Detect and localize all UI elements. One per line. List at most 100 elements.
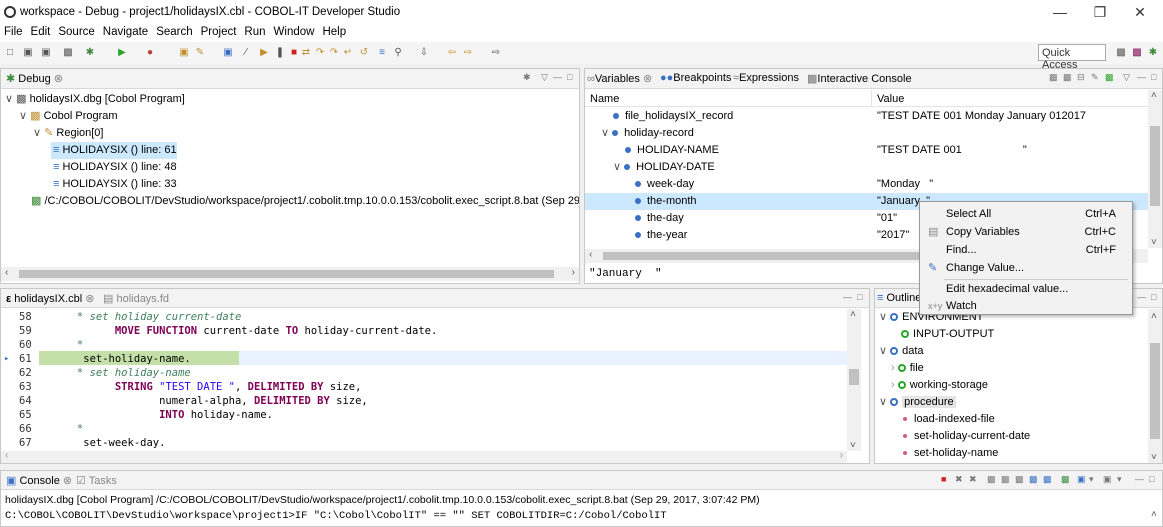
- tab-expressions[interactable]: ≈Expressions: [733, 72, 799, 84]
- display-dropdown-icon[interactable]: ▾: [1089, 474, 1094, 485]
- show-types-icon[interactable]: ▩: [1049, 72, 1058, 83]
- console-icon[interactable]: ▣: [222, 47, 234, 59]
- open-console-icon[interactable]: ▣: [1103, 474, 1112, 485]
- new-icon[interactable]: □: [4, 47, 16, 59]
- back-icon[interactable]: ⇦: [446, 47, 458, 59]
- menu-source[interactable]: Source: [54, 24, 98, 38]
- outline-item[interactable]: set-holiday-name: [903, 445, 998, 462]
- close-button[interactable]: ✕: [1117, 2, 1163, 22]
- stack-frame-61[interactable]: ≡ HOLIDAYSIX () line: 61: [51, 142, 177, 159]
- pin-console-icon[interactable]: ▩: [1061, 474, 1070, 485]
- suspend-icon[interactable]: ❚: [274, 47, 286, 59]
- tab-debug[interactable]: ✱ Debug ⊗: [6, 72, 63, 85]
- tab-variables[interactable]: ∞Variables ⊗: [587, 72, 652, 85]
- editor-vscrollbar[interactable]: ˄ ˅: [847, 309, 861, 451]
- editor-hscrollbar[interactable]: ‹ ›: [1, 450, 847, 463]
- open-perspective-icon[interactable]: ▩: [1115, 47, 1127, 59]
- minimize-view-icon[interactable]: —: [1137, 292, 1146, 302]
- debug-icon[interactable]: ✱: [84, 47, 96, 59]
- show-logical-icon[interactable]: ▩: [1063, 72, 1072, 83]
- minimize-view-icon[interactable]: —: [1135, 474, 1144, 484]
- variable-row[interactable]: ∨ holiday-record: [585, 125, 1148, 142]
- maximize-view-icon[interactable]: □: [857, 292, 862, 302]
- column-name[interactable]: Name: [590, 91, 619, 108]
- menu-item-watch[interactable]: x+y Watch: [920, 297, 1132, 315]
- menu-item-change-value[interactable]: ✎ Change Value...: [920, 259, 1132, 277]
- variable-row[interactable]: HOLIDAY-NAME "TEST DATE 001 ": [585, 142, 1148, 159]
- menu-search[interactable]: Search: [152, 24, 196, 38]
- menu-navigate[interactable]: Navigate: [99, 24, 152, 38]
- menu-item-copy-variables[interactable]: ▤ Copy Variables Ctrl+C: [920, 223, 1132, 241]
- toggle-mark-icon[interactable]: ≡: [376, 47, 388, 59]
- external-tools-icon[interactable]: ●: [144, 47, 156, 59]
- remove-launch-icon[interactable]: ✖: [955, 474, 963, 485]
- variable-row[interactable]: file_holidaysIX_record "TEST DATE 001 Mo…: [585, 108, 1148, 125]
- drop-frame-icon[interactable]: ↺: [358, 47, 370, 59]
- step-return-icon[interactable]: ↵: [342, 47, 354, 59]
- skip-breakpoints-icon[interactable]: ∕: [240, 47, 252, 59]
- scroll-lock-icon[interactable]: ▩: [1001, 474, 1010, 485]
- menu-edit[interactable]: Edit: [27, 24, 55, 38]
- maximize-view-icon[interactable]: □: [1151, 72, 1156, 82]
- tree-item-cobol-program[interactable]: ∨ ▩ Cobol Program: [19, 108, 118, 125]
- search-icon[interactable]: ⚲: [392, 47, 404, 59]
- maximize-view-icon[interactable]: □: [1151, 292, 1156, 302]
- clear-console-icon[interactable]: ▩: [987, 474, 996, 485]
- console-scroll-up[interactable]: ˄: [1151, 509, 1157, 520]
- forward-icon[interactable]: ⇨: [462, 47, 474, 59]
- pen-icon[interactable]: ✎: [194, 47, 206, 59]
- outline-item[interactable]: › working-storage: [891, 377, 988, 394]
- column-value[interactable]: Value: [877, 91, 904, 108]
- refresh-icon[interactable]: ▩: [1105, 72, 1114, 83]
- quick-access-input[interactable]: Quick Access: [1038, 44, 1106, 71]
- variables-vscrollbar[interactable]: ˄ ˅: [1148, 90, 1162, 248]
- open-console-dropdown-icon[interactable]: ▾: [1117, 474, 1122, 485]
- maximize-view-icon[interactable]: □: [567, 72, 572, 82]
- outline-item[interactable]: › file: [891, 360, 924, 377]
- stack-frame-33[interactable]: ≡ HOLIDAYSIX () line: 33: [53, 176, 177, 193]
- run-icon[interactable]: ▶: [116, 47, 128, 59]
- minimize-view-icon[interactable]: —: [553, 72, 562, 82]
- console-output-line[interactable]: C:\COBOL\COBOLIT\DevStudio\workspace\pro…: [5, 508, 667, 525]
- remove-all-icon[interactable]: ✖: [969, 474, 977, 485]
- debug-hscrollbar[interactable]: ‹ ›: [1, 267, 579, 281]
- menu-item-select-all[interactable]: Select All Ctrl+A: [920, 205, 1132, 223]
- outline-item[interactable]: ∨ procedure: [879, 394, 956, 411]
- menu-item-find[interactable]: Find... Ctrl+F: [920, 241, 1132, 259]
- disconnect-icon[interactable]: ⇄: [300, 47, 312, 59]
- outline-item[interactable]: load-indexed-file: [903, 411, 995, 428]
- outline-item[interactable]: INPUT-OUTPUT: [901, 326, 994, 343]
- outline-item[interactable]: set-holiday-current-date: [903, 428, 1030, 445]
- stack-frame-48[interactable]: ≡ HOLIDAYSIX () line: 48: [53, 159, 177, 176]
- display-console-icon[interactable]: ▣: [1077, 474, 1086, 485]
- next-icon[interactable]: ⇨: [490, 47, 502, 59]
- print-icon[interactable]: ▩: [62, 47, 74, 59]
- tab-breakpoints[interactable]: ●●Breakpoints: [660, 72, 731, 84]
- debug-perspective-icon[interactable]: ✱: [1147, 47, 1159, 59]
- tree-item-region[interactable]: ∨ ✎ Region[0]: [33, 125, 103, 142]
- menu-project[interactable]: Project: [197, 24, 241, 38]
- save-icon[interactable]: ▣: [22, 47, 34, 59]
- tab-outline[interactable]: ≡ Outline: [877, 292, 921, 304]
- view-menu-icon[interactable]: ▽: [1123, 72, 1130, 83]
- tab-interactive-console[interactable]: ▩Interactive Console: [807, 72, 912, 85]
- step-over-icon[interactable]: ↷: [328, 47, 340, 59]
- minimize-view-icon[interactable]: —: [1137, 72, 1146, 82]
- view-menu-icon[interactable]: ▽: [541, 72, 548, 83]
- next-annotation-icon[interactable]: ⇩: [418, 47, 430, 59]
- tree-item-process[interactable]: ▩ /C:/COBOL/COBOLIT/DevStudio/workspace/…: [31, 193, 579, 210]
- outline-vscrollbar[interactable]: ˄ ˅: [1148, 309, 1162, 463]
- terminate-icon[interactable]: ■: [288, 47, 300, 59]
- save-all-icon[interactable]: ▣: [40, 47, 52, 59]
- minimize-view-icon[interactable]: —: [843, 292, 852, 302]
- show-stdout-icon[interactable]: ▩: [1029, 474, 1038, 485]
- tree-item-program[interactable]: ∨ ▩ holidaysIX.dbg [Cobol Program]: [5, 91, 185, 108]
- tab-holidays-fd[interactable]: ▤ holidays.fd: [103, 292, 169, 305]
- collapse-all-icon[interactable]: ⊟: [1077, 72, 1085, 83]
- tab-console[interactable]: ▣ Console ⊗: [6, 474, 72, 487]
- resume-icon[interactable]: ▶: [258, 47, 270, 59]
- show-stderr-icon[interactable]: ▩: [1043, 474, 1052, 485]
- open-folder-icon[interactable]: ▣: [178, 47, 190, 59]
- cobol-perspective-icon[interactable]: ▩: [1131, 47, 1143, 59]
- step-into-icon[interactable]: ↷: [314, 47, 326, 59]
